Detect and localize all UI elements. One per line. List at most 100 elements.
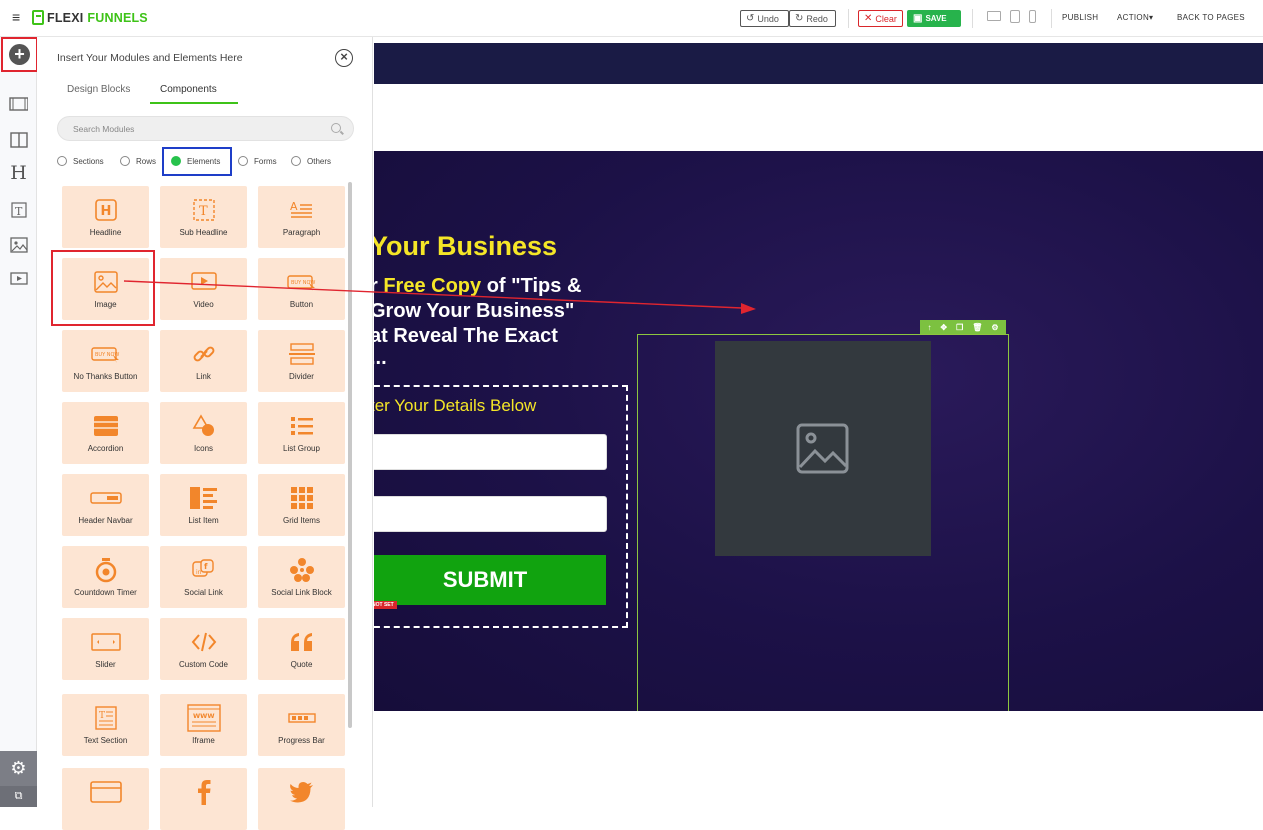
image-placeholder[interactable] bbox=[715, 341, 931, 556]
module-tile-list-item[interactable]: List Item bbox=[160, 474, 247, 536]
video-tool-icon[interactable] bbox=[9, 270, 28, 288]
radio-button[interactable] bbox=[291, 156, 301, 166]
undo-button[interactable]: ↺ Undo bbox=[740, 10, 789, 27]
back-to-pages-button[interactable]: BACK TO PAGES bbox=[1177, 13, 1245, 22]
module-tile-iframe[interactable]: WWW Iframe bbox=[160, 694, 247, 756]
filter-rows[interactable]: Rows bbox=[120, 156, 156, 166]
form-input-field[interactable] bbox=[374, 434, 607, 470]
module-tile-accordion[interactable]: Accordion bbox=[62, 402, 149, 464]
module-tile-progress-bar[interactable]: Progress Bar bbox=[258, 694, 345, 756]
module-tile-slider[interactable]: Slider bbox=[62, 618, 149, 680]
svg-text:WWW: WWW bbox=[193, 712, 215, 720]
form-input-field[interactable] bbox=[374, 496, 607, 532]
filter-forms[interactable]: Forms bbox=[238, 156, 277, 166]
module-tile-button[interactable]: BUY NOW Button bbox=[258, 258, 345, 320]
delete-icon[interactable]: 🗑 bbox=[972, 323, 982, 332]
headline-tool-icon[interactable]: H bbox=[9, 162, 28, 184]
save-button[interactable]: ▣ SAVE bbox=[907, 10, 961, 27]
tab-components[interactable]: Components bbox=[160, 84, 217, 95]
drag-move-icon[interactable]: ✥ bbox=[940, 323, 947, 332]
page-canvas: Your Business r Free Copy of "Tips & Gro… bbox=[374, 37, 1263, 807]
hero-subheadline-line-1[interactable]: r Free Copy of "Tips & bbox=[374, 275, 581, 298]
module-tile-video[interactable]: Video bbox=[160, 258, 247, 320]
desktop-view-icon[interactable] bbox=[987, 11, 1001, 21]
module-tile-social-link[interactable]: f in Social Link bbox=[160, 546, 247, 608]
panel-title: Insert Your Modules and Elements Here bbox=[57, 52, 243, 64]
iframe-icon: WWW bbox=[186, 704, 221, 732]
svg-text:T: T bbox=[99, 711, 105, 721]
svg-text:T: T bbox=[199, 204, 208, 219]
caret-down-icon: ▾ bbox=[1149, 13, 1154, 22]
module-tile-social-link-block[interactable]: Social Link Block bbox=[258, 546, 345, 608]
code-icon[interactable]: ⧉ bbox=[0, 786, 37, 807]
hero-section[interactable]: Your Business r Free Copy of "Tips & Gro… bbox=[374, 151, 1263, 711]
annotation-highlight-image-tile bbox=[51, 250, 155, 326]
search-modules[interactable] bbox=[57, 116, 354, 141]
module-tile-list-group[interactable]: List Group bbox=[258, 402, 345, 464]
redo-button[interactable]: ↻ Redo bbox=[789, 10, 836, 27]
add-element-button[interactable]: + bbox=[1, 37, 38, 72]
close-panel-button[interactable]: × bbox=[335, 49, 353, 67]
module-tile-text-section[interactable]: T Text Section bbox=[62, 694, 149, 756]
module-tile-countdown-timer[interactable]: Countdown Timer bbox=[62, 546, 149, 608]
action-dropdown[interactable]: ACTION▾ bbox=[1117, 13, 1153, 22]
filter-sections[interactable]: Sections bbox=[57, 156, 104, 166]
optin-form[interactable]: ter Your Details Below SUBMIT K NOT SET bbox=[374, 385, 628, 628]
clear-button[interactable]: ✕ Clear bbox=[858, 10, 903, 27]
radio-button[interactable] bbox=[57, 156, 67, 166]
module-tile-headline[interactable]: H Headline bbox=[62, 186, 149, 248]
filter-others[interactable]: Others bbox=[291, 156, 331, 166]
search-input[interactable] bbox=[58, 117, 308, 140]
radio-button[interactable] bbox=[120, 156, 130, 166]
move-up-icon[interactable]: ↑ bbox=[927, 323, 931, 332]
text-tool-icon[interactable]: T bbox=[9, 201, 28, 219]
module-tile-facebook[interactable] bbox=[160, 768, 247, 830]
settings-icon[interactable]: ⚙ bbox=[991, 323, 998, 332]
module-tile-divider[interactable]: Divider bbox=[258, 330, 345, 392]
module-label: Progress Bar bbox=[278, 736, 325, 745]
hero-subheadline-line-4[interactable]: ... bbox=[374, 347, 387, 370]
settings-gear-icon[interactable]: ⚙ bbox=[0, 751, 37, 786]
hero-headline[interactable]: Your Business bbox=[374, 231, 557, 262]
image-tool-icon[interactable] bbox=[9, 236, 28, 254]
tablet-view-icon[interactable] bbox=[1010, 10, 1020, 23]
module-label: Social Link bbox=[184, 588, 223, 597]
search-icon[interactable] bbox=[331, 123, 341, 133]
plus-icon: + bbox=[9, 44, 30, 65]
menu-icon[interactable]: ≡ bbox=[12, 10, 20, 24]
mobile-view-icon[interactable] bbox=[1029, 10, 1036, 23]
undo-icon: ↺ bbox=[746, 13, 755, 24]
panel-scrollbar[interactable] bbox=[348, 182, 352, 728]
module-tile-custom-code[interactable]: Custom Code bbox=[160, 618, 247, 680]
social-link-block-icon bbox=[289, 557, 315, 583]
svg-text:H: H bbox=[100, 204, 111, 219]
module-tile-link[interactable]: Link bbox=[160, 330, 247, 392]
tab-design-blocks[interactable]: Design Blocks bbox=[67, 84, 130, 95]
text-section-icon: T bbox=[94, 705, 117, 731]
image-element-wrapper[interactable]: ↑ ✥ ❐ 🗑 ⚙ bbox=[637, 320, 1009, 711]
module-tile-header-navbar[interactable]: Header Navbar bbox=[62, 474, 149, 536]
module-label: Icons bbox=[193, 444, 214, 453]
module-label: Social Link Block bbox=[271, 588, 332, 597]
columns-icon[interactable] bbox=[9, 131, 28, 149]
link-icon bbox=[192, 341, 216, 367]
module-tile-grid-items[interactable]: Grid Items bbox=[258, 474, 345, 536]
module-tile-twitter[interactable] bbox=[258, 768, 345, 830]
sections-icon[interactable] bbox=[9, 95, 28, 113]
module-tile-sub-headline[interactable]: T Sub Headline bbox=[160, 186, 247, 248]
header-band[interactable] bbox=[374, 43, 1263, 84]
publish-button[interactable]: PUBLISH bbox=[1062, 13, 1098, 22]
hero-subheadline-line-3[interactable]: at Reveal The Exact bbox=[374, 325, 558, 348]
module-tile-icons[interactable]: Icons bbox=[160, 402, 247, 464]
module-tile-quote[interactable]: Quote bbox=[258, 618, 345, 680]
hero-subheadline-line-2[interactable]: Grow Your Business" bbox=[374, 300, 574, 323]
module-tile-browser-window[interactable] bbox=[62, 768, 149, 830]
submit-button[interactable]: SUBMIT bbox=[374, 555, 606, 605]
duplicate-icon[interactable]: ❐ bbox=[956, 323, 963, 332]
radio-button[interactable] bbox=[238, 156, 248, 166]
module-tile-paragraph[interactable]: A Paragraph bbox=[258, 186, 345, 248]
module-label: Slider bbox=[95, 660, 116, 669]
top-toolbar: ≡ FLEXI FUNNELS ↺ Undo ↻ Redo ✕ Clear ▣ SAVE… bbox=[0, 0, 1263, 37]
module-tile-no-thanks-button[interactable]: BUY NOW No Thanks Button bbox=[62, 330, 149, 392]
button-icon: BUY NOW bbox=[286, 269, 317, 295]
